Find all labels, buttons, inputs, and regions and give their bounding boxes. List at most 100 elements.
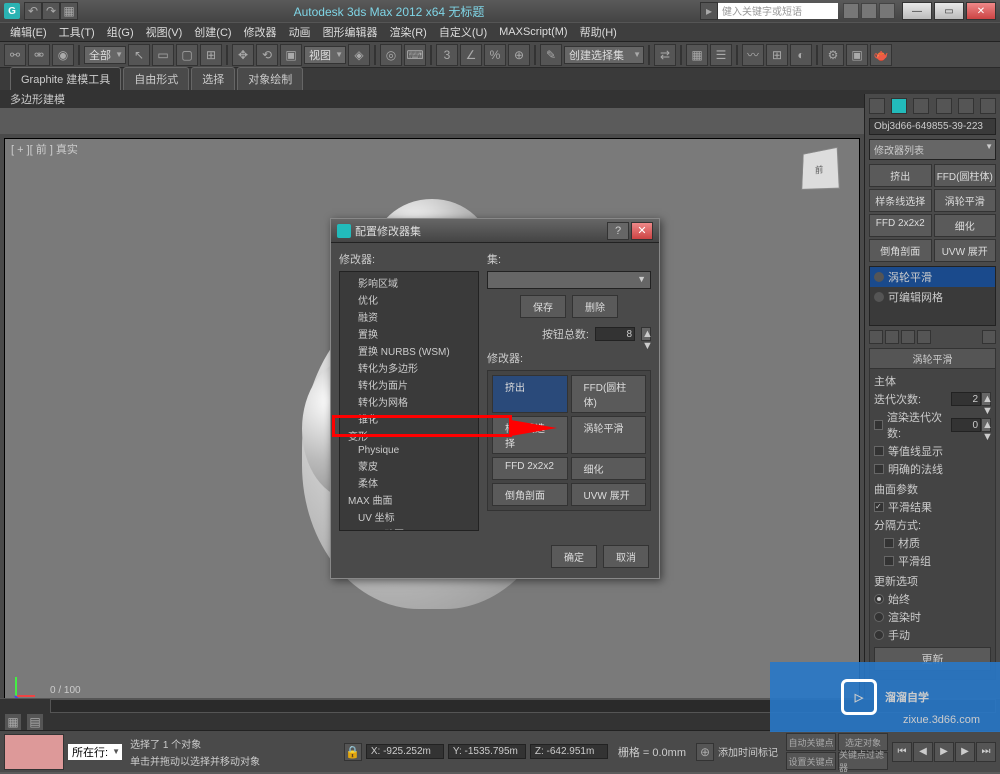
curve-editor-icon[interactable]: 〰 xyxy=(742,44,764,66)
unlink-icon[interactable]: ⚮ xyxy=(28,44,50,66)
mod-btn-ffd2x2x2[interactable]: FFD 2x2x2 xyxy=(869,214,932,237)
lock-icon[interactable]: 🔒 xyxy=(344,743,362,761)
stack-item-turbosmooth[interactable]: 涡轮平滑 xyxy=(870,267,995,287)
object-name-field[interactable]: Obj3d66-649855-39-223 xyxy=(869,118,996,135)
set-btn-uvwunwrap[interactable]: UVW 展开 xyxy=(571,483,647,506)
coord-y[interactable]: Y: -1535.795m xyxy=(448,744,526,759)
ribbon-panel-label[interactable]: 多边形建模 xyxy=(10,91,65,107)
viewcube[interactable]: 前 xyxy=(801,147,840,190)
next-frame-icon[interactable]: ▶ xyxy=(955,742,975,762)
snap-icon[interactable]: 3 xyxy=(436,44,458,66)
align-icon[interactable]: ▦ xyxy=(686,44,708,66)
set-btn-turbosmooth[interactable]: 涡轮平滑 xyxy=(571,416,647,454)
setkey-button[interactable]: 设置关键点 xyxy=(786,752,836,770)
hierarchy-tab-icon[interactable] xyxy=(913,98,929,114)
named-selset-dropdown[interactable]: 创建选择集 xyxy=(564,46,644,64)
modifier-stack[interactable]: 涡轮平滑 可编辑网格 xyxy=(869,266,996,326)
prev-frame-icon[interactable]: ◀ xyxy=(913,742,933,762)
goto-start-icon[interactable]: ⏮ xyxy=(892,742,912,762)
list-item[interactable]: 置换 xyxy=(340,325,478,342)
show-result-icon[interactable] xyxy=(885,330,899,344)
unique-icon[interactable] xyxy=(901,330,915,344)
list-item[interactable]: UVW 贴图 xyxy=(340,525,478,531)
menu-views[interactable]: 视图(V) xyxy=(146,24,183,40)
angle-snap-icon[interactable]: ∠ xyxy=(460,44,482,66)
menu-customize[interactable]: 自定义(U) xyxy=(439,24,487,40)
menu-create[interactable]: 创建(C) xyxy=(194,24,231,40)
tab-selection[interactable]: 选择 xyxy=(191,67,235,90)
maximize-button[interactable]: ▭ xyxy=(934,2,964,20)
ok-button[interactable]: 确定 xyxy=(551,545,597,568)
set-btn-bevel[interactable]: 倒角剖面 xyxy=(492,483,568,506)
cancel-button[interactable]: 取消 xyxy=(603,545,649,568)
keyfilter-button[interactable]: 关键点过滤器 xyxy=(838,752,888,770)
coord-z[interactable]: Z: -642.951m xyxy=(530,744,608,759)
link-icon[interactable]: ⚯ xyxy=(4,44,26,66)
move-icon[interactable]: ✥ xyxy=(232,44,254,66)
motion-tab-icon[interactable] xyxy=(936,98,952,114)
autokey-button[interactable]: 自动关键点 xyxy=(786,733,836,751)
list-item[interactable]: 变形 xyxy=(340,427,478,444)
set-btn-spline[interactable]: 样条线选择 xyxy=(492,416,568,454)
select-name-icon[interactable]: ▭ xyxy=(152,44,174,66)
material-editor-icon[interactable]: ◐ xyxy=(790,44,812,66)
project-icon[interactable]: ▦ xyxy=(60,2,78,20)
stack-item-editmesh[interactable]: 可编辑网格 xyxy=(870,287,995,307)
minimize-button[interactable]: — xyxy=(902,2,932,20)
save-button[interactable]: 保存 xyxy=(520,295,566,318)
menu-group[interactable]: 组(G) xyxy=(107,24,134,40)
mod-btn-uvwunwrap[interactable]: UVW 展开 xyxy=(934,239,997,262)
mod-btn-spline[interactable]: 样条线选择 xyxy=(869,189,932,212)
menu-modifiers[interactable]: 修改器 xyxy=(244,24,277,40)
check-smooth-result[interactable]: 平滑结果 xyxy=(874,499,991,515)
list-item[interactable]: 融资 xyxy=(340,308,478,325)
time-slider-label[interactable]: 0 / 100 xyxy=(50,685,81,696)
modifiers-source-list[interactable]: 影响区域 优化 融资 置换 置换 NURBS (WSM) 转化为多边形 转化为面… xyxy=(339,271,479,531)
select-manip-icon[interactable]: ◎ xyxy=(380,44,402,66)
keyboard-icon[interactable]: ⌨ xyxy=(404,44,426,66)
edit-selset-icon[interactable]: ✎ xyxy=(540,44,562,66)
check-material[interactable]: 材质 xyxy=(884,535,991,551)
scale-icon[interactable]: ▣ xyxy=(280,44,302,66)
select-icon[interactable]: ↖ xyxy=(128,44,150,66)
mirror-icon[interactable]: ⇄ xyxy=(654,44,676,66)
star-icon[interactable] xyxy=(861,3,877,19)
play-icon[interactable]: ▶ xyxy=(934,742,954,762)
check-render-iter[interactable]: 渲染迭代次数: ▲▼ xyxy=(874,409,991,441)
list-item[interactable]: 柔体 xyxy=(340,474,478,491)
list-item[interactable]: 影响区域 xyxy=(340,274,478,291)
remove-mod-icon[interactable] xyxy=(917,330,931,344)
trackbar-filter-icon[interactable]: ▤ xyxy=(26,713,44,731)
tab-graphite[interactable]: Graphite 建模工具 xyxy=(10,67,121,90)
addtime-icon[interactable]: ⊕ xyxy=(696,743,714,761)
menu-grapheditors[interactable]: 图形编辑器 xyxy=(323,24,378,40)
menu-edit[interactable]: 编辑(E) xyxy=(10,24,47,40)
set-btn-extrude[interactable]: 挤出 xyxy=(492,375,568,413)
selection-filter-dropdown[interactable]: 全部 xyxy=(84,46,126,64)
dialog-help-button[interactable]: ? xyxy=(607,222,629,240)
spinner-snap-icon[interactable]: ⊕ xyxy=(508,44,530,66)
set-btn-ffd2x2x2[interactable]: FFD 2x2x2 xyxy=(492,457,568,480)
mod-btn-turbosmooth[interactable]: 涡轮平滑 xyxy=(934,189,997,212)
configure-sets-icon[interactable] xyxy=(982,330,996,344)
trackbar-key-icon[interactable]: ▦ xyxy=(4,713,22,731)
utilities-tab-icon[interactable] xyxy=(980,98,996,114)
menu-help[interactable]: 帮助(H) xyxy=(580,24,617,40)
search-go-icon[interactable] xyxy=(843,3,859,19)
dialog-titlebar[interactable]: 配置修改器集 ? ✕ xyxy=(331,219,659,243)
mod-btn-ffdcyl[interactable]: FFD(圆柱体) xyxy=(934,164,997,187)
mod-btn-extrude[interactable]: 挤出 xyxy=(869,164,932,187)
info-icon[interactable]: ▸ xyxy=(700,2,718,20)
list-item[interactable]: Physique xyxy=(340,444,478,457)
pivot-icon[interactable]: ◈ xyxy=(348,44,370,66)
display-tab-icon[interactable] xyxy=(958,98,974,114)
sets-dropdown[interactable] xyxy=(487,271,651,289)
menu-animation[interactable]: 动画 xyxy=(289,24,311,40)
rollout-header[interactable]: 涡轮平滑 xyxy=(870,349,995,369)
addtime-label[interactable]: 添加时间标记 xyxy=(718,744,778,759)
render-icon[interactable]: 🫖 xyxy=(870,44,892,66)
check-isoline[interactable]: 等值线显示 xyxy=(874,443,991,459)
set-btn-tessellate[interactable]: 细化 xyxy=(571,457,647,480)
viewport-label[interactable]: [ + ][ 前 ] 真实 xyxy=(11,141,78,157)
status-swatch[interactable] xyxy=(4,734,64,770)
